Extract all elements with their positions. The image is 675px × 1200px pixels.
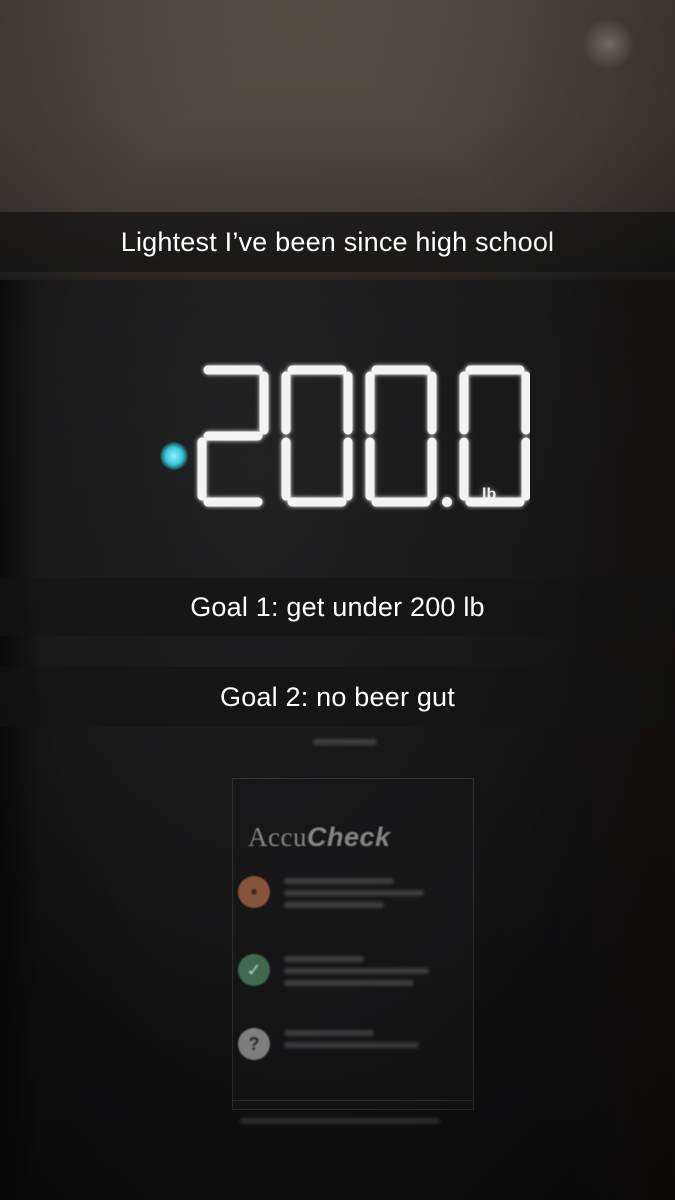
panel-divider bbox=[232, 1100, 472, 1101]
panel-row: ? bbox=[236, 1022, 456, 1072]
brand-suffix: Check bbox=[306, 822, 391, 852]
row-text-smudge bbox=[284, 872, 434, 908]
brand-prefix: Accu bbox=[248, 822, 307, 852]
row-text-smudge bbox=[284, 950, 434, 986]
led-decimal-point bbox=[442, 497, 452, 507]
caption-goal-2: Goal 2: no beer gut bbox=[0, 667, 675, 727]
right-shadow bbox=[555, 280, 675, 1200]
unit-label: lb bbox=[482, 486, 497, 503]
brand-logo: AccuCheck bbox=[248, 822, 391, 853]
panel-header-smudge bbox=[290, 733, 400, 745]
light-flare bbox=[583, 18, 635, 70]
left-shadow bbox=[0, 280, 40, 1200]
check-icon: ✓ bbox=[238, 954, 270, 986]
scale-icon: • bbox=[238, 876, 270, 908]
snap-photo: lb Lightest I’ve been since high school … bbox=[0, 0, 675, 1200]
caption-top: Lightest I’ve been since high school bbox=[0, 212, 675, 272]
question-icon: ? bbox=[238, 1028, 270, 1060]
panel-row: ✓ bbox=[236, 948, 456, 998]
panel-row: • bbox=[236, 870, 456, 920]
scale-reading bbox=[197, 365, 530, 507]
panel-footer-smudge bbox=[240, 1118, 440, 1124]
row-text-smudge bbox=[284, 1024, 434, 1048]
caption-goal-1: Goal 1: get under 200 lb bbox=[0, 578, 675, 636]
